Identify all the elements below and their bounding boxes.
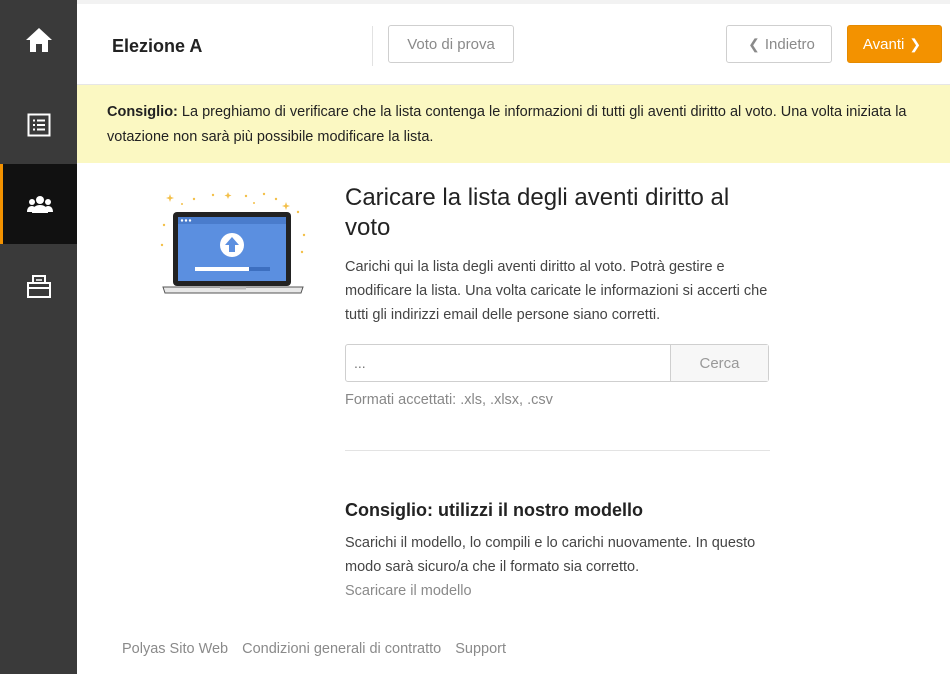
home-icon [25, 28, 52, 52]
sidebar-item-list[interactable] [0, 85, 77, 165]
header-divider [372, 26, 373, 66]
ballot-box-icon [26, 275, 51, 298]
voters-icon [27, 196, 53, 213]
chevron-right-icon: ❯ [909, 35, 922, 52]
accepted-formats: Formati accettati: .xls, .xlsx, .csv [345, 392, 553, 408]
footer-link-support[interactable]: Support [455, 641, 506, 657]
page-title: Elezione A [112, 36, 203, 56]
footer: Polyas Sito Web Condizioni generali di c… [122, 641, 506, 657]
hint-text: La preghiamo di verificare che la lista … [107, 104, 907, 145]
template-heading: Consiglio: utilizzi il nostro modello [345, 500, 643, 520]
back-button-label: Indietro [764, 35, 815, 53]
template-description: Scarichi il modello, lo compili e lo car… [345, 535, 756, 575]
hint-label: Consiglio: [107, 104, 178, 120]
sidebar-item-ballot[interactable] [0, 246, 77, 326]
sidebar-item-home[interactable] [0, 0, 77, 80]
upload-heading: Caricare la lista degli aventi diritto a… [345, 184, 730, 241]
browse-button[interactable]: Cerca [670, 345, 768, 381]
sidebar [0, 0, 77, 674]
back-button[interactable]: ❮ Indietro [726, 25, 832, 63]
test-vote-button[interactable]: Voto di prova [388, 25, 514, 63]
hint-banner: Consiglio: La preghiamo di verificare ch… [77, 85, 950, 163]
footer-link-terms[interactable]: Condizioni generali di contratto [242, 641, 441, 657]
main-content: Caricare la lista degli aventi diritto a… [345, 183, 770, 603]
top-bar: Elezione A Voto di prova ❮ Indietro Avan… [77, 0, 950, 85]
next-button-label: Avanti [862, 35, 905, 53]
list-icon [27, 113, 50, 137]
sidebar-item-voters[interactable] [0, 164, 77, 244]
laptop-upload-illustration [160, 192, 306, 294]
next-button[interactable]: Avanti ❯ [847, 25, 942, 63]
section-divider [345, 450, 770, 451]
footer-link-website[interactable]: Polyas Sito Web [122, 641, 228, 657]
download-template-link[interactable]: Scaricare il modello [345, 579, 770, 603]
file-path-input[interactable] [346, 345, 670, 381]
chevron-left-icon: ❮ [748, 35, 760, 52]
file-upload-field: Cerca [345, 344, 769, 382]
upload-description: Carichi qui la lista degli aventi diritt… [345, 259, 768, 323]
